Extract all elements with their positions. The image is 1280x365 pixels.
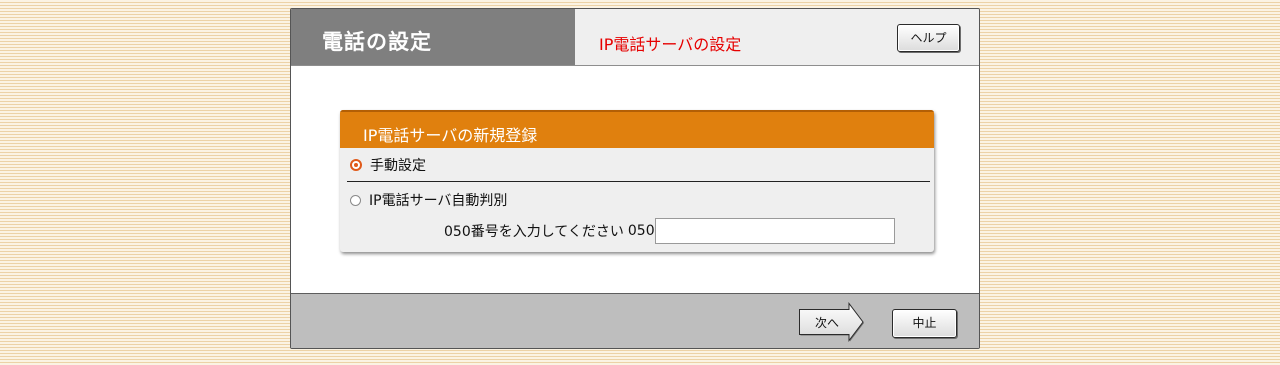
footer-bar: 次へ 中止 <box>291 293 979 348</box>
header-bar: 電話の設定 IP電話サーバの設定 ヘルプ <box>291 9 979 66</box>
cancel-button[interactable]: 中止 <box>892 309 957 338</box>
help-button[interactable]: ヘルプ <box>897 24 960 52</box>
main-content: IP電話サーバの新規登録 手動設定 IP電話サーバ自動判別 050番号を入力して… <box>291 66 979 293</box>
option-manual-label: 手動設定 <box>370 158 426 174</box>
header-title-box: 電話の設定 <box>291 9 575 65</box>
page-subtitle: IP電話サーバの設定 <box>599 35 742 54</box>
panel-header: IP電話サーバの新規登録 <box>340 110 934 148</box>
option-auto-label: IP電話サーバ自動判別 <box>369 193 508 209</box>
number-prefix: 050 <box>627 223 655 239</box>
settings-window: 電話の設定 IP電話サーバの設定 ヘルプ IP電話サーバの新規登録 手動設定 I… <box>290 8 980 349</box>
phone-number-field[interactable] <box>654 218 895 244</box>
page-title: 電話の設定 <box>322 30 432 54</box>
panel-title: IP電話サーバの新規登録 <box>363 126 538 145</box>
radio-auto-detect[interactable] <box>350 194 361 206</box>
option-manual-setting[interactable]: 手動設定 <box>350 155 426 175</box>
option-auto-detect[interactable]: IP電話サーバ自動判別 <box>350 190 507 210</box>
number-input-row: 050番号を入力してください 050 <box>444 218 895 244</box>
registration-panel: IP電話サーバの新規登録 手動設定 IP電話サーバ自動判別 050番号を入力して… <box>340 110 934 252</box>
radio-manual-setting[interactable] <box>350 159 362 171</box>
next-button[interactable]: 次へ <box>797 302 865 342</box>
number-input-label: 050番号を入力してください <box>444 224 624 240</box>
divider <box>347 181 930 182</box>
next-button-label: 次へ <box>814 316 839 330</box>
